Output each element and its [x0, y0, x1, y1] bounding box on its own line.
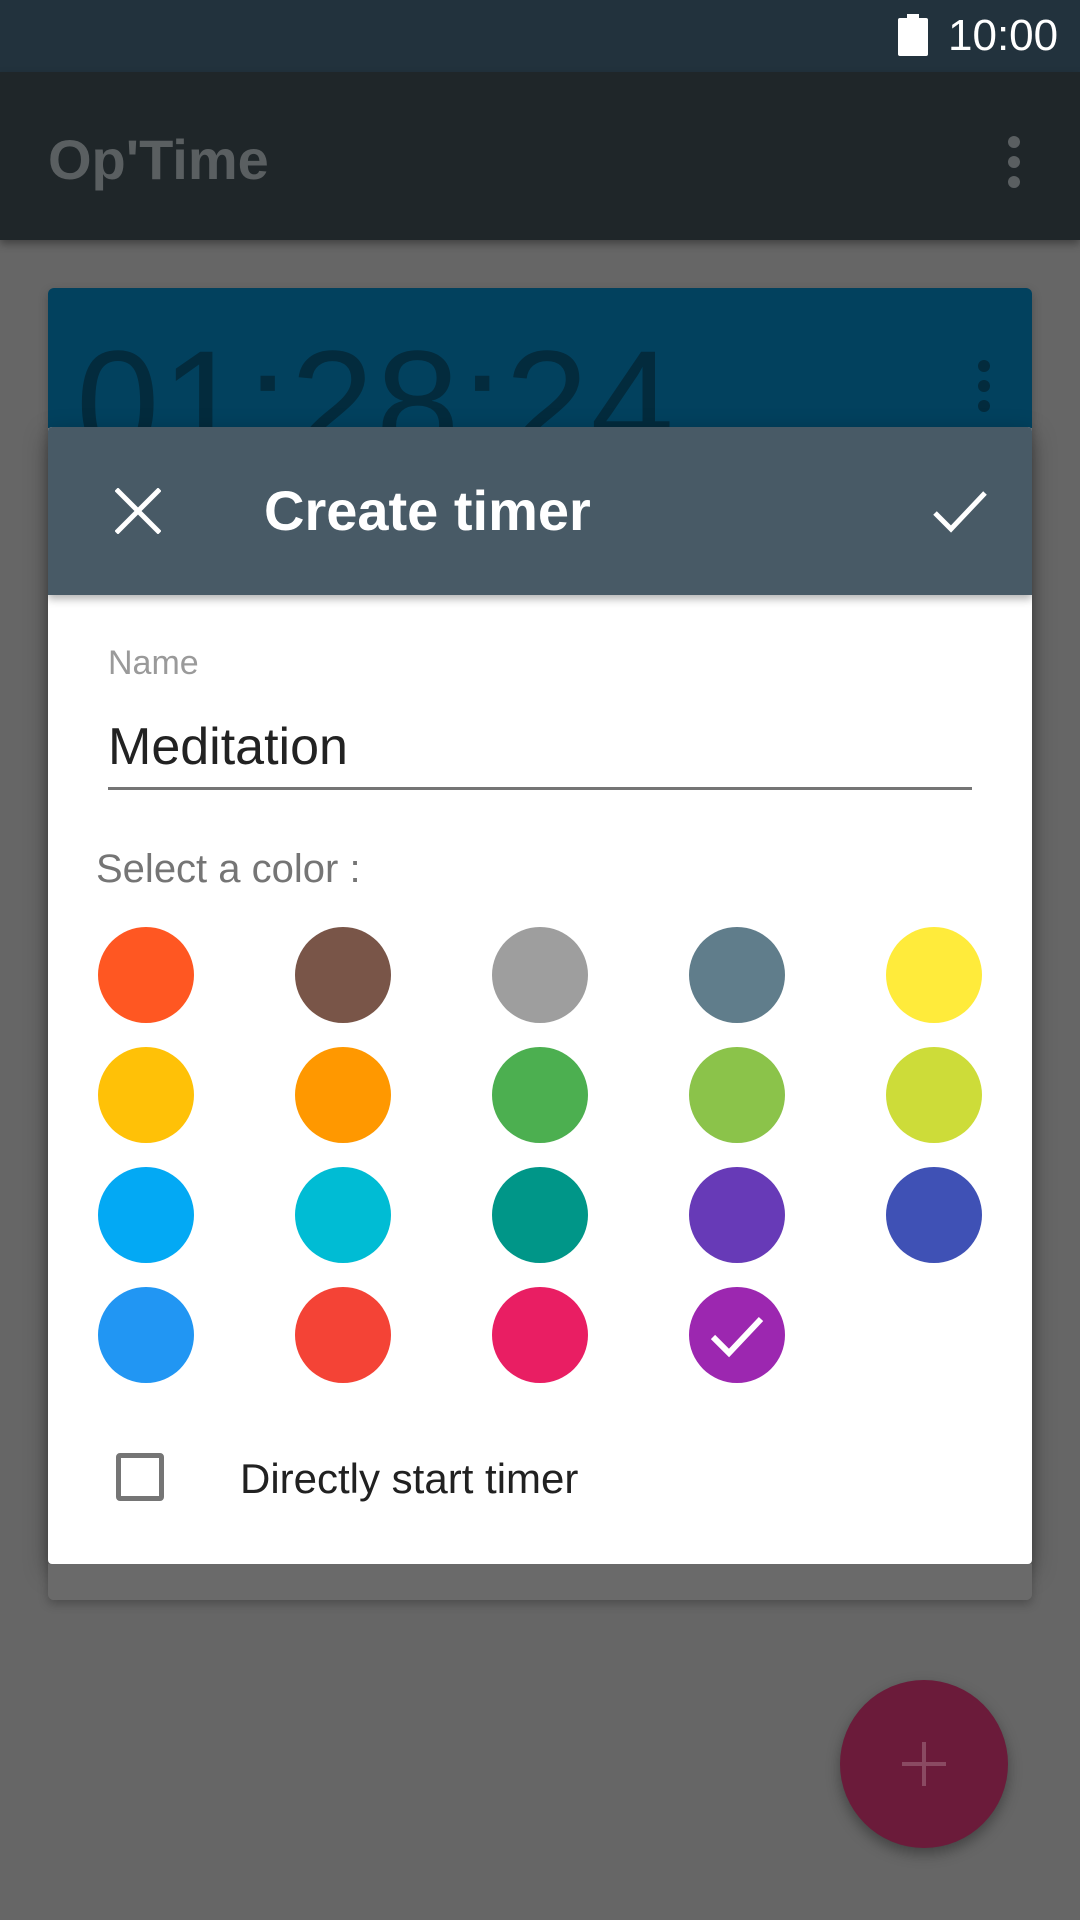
color-picker-grid: [98, 927, 998, 1407]
color-swatch[interactable]: [886, 927, 982, 1023]
close-icon: [115, 488, 161, 534]
timer-card-header: 01:28:24: [48, 288, 1032, 478]
dialog-toolbar: Create timer: [48, 427, 1032, 595]
direct-start-checkbox-row[interactable]: Directly start timer: [116, 1439, 636, 1519]
battery-full-icon: [898, 14, 928, 56]
color-swatch[interactable]: [295, 1287, 391, 1383]
name-field-label: Name: [108, 644, 199, 682]
color-swatch[interactable]: [689, 1287, 785, 1383]
color-swatch[interactable]: [98, 1167, 194, 1263]
add-timer-button[interactable]: [840, 1680, 1008, 1848]
status-bar: 10:00: [0, 0, 1080, 72]
check-icon: [933, 491, 987, 533]
color-swatch[interactable]: [492, 1167, 588, 1263]
color-swatch[interactable]: [492, 927, 588, 1023]
color-swatch[interactable]: [886, 1167, 982, 1263]
status-time: 10:00: [948, 11, 1059, 60]
color-swatch[interactable]: [295, 927, 391, 1023]
color-swatch[interactable]: [98, 1047, 194, 1143]
select-color-label: Select a color :: [96, 847, 361, 891]
selected-check-icon: [710, 1316, 764, 1358]
create-timer-dialog: Create timer Name Select a color : Direc…: [48, 427, 1032, 1564]
color-swatch[interactable]: [492, 1287, 588, 1383]
more-vert-icon[interactable]: [992, 132, 1036, 192]
color-swatch[interactable]: [295, 1047, 391, 1143]
more-vert-icon[interactable]: [966, 358, 1002, 418]
close-button[interactable]: [94, 467, 182, 555]
color-swatch[interactable]: [689, 1047, 785, 1143]
color-swatch[interactable]: [689, 927, 785, 1023]
color-swatch[interactable]: [295, 1167, 391, 1263]
dialog-title: Create timer: [264, 479, 591, 542]
color-swatch[interactable]: [492, 1047, 588, 1143]
color-swatch[interactable]: [98, 927, 194, 1023]
timer-card-footer: [48, 1564, 1032, 1600]
color-swatch[interactable]: [886, 1047, 982, 1143]
direct-start-label: Directly start timer: [240, 1455, 579, 1502]
app-bar: Op'Time: [0, 72, 1080, 240]
app-title: Op'Time: [48, 128, 269, 191]
color-swatch[interactable]: [98, 1287, 194, 1383]
confirm-button[interactable]: [916, 467, 1004, 555]
add-icon: [902, 1742, 946, 1786]
name-input[interactable]: [108, 707, 972, 790]
color-swatch[interactable]: [689, 1167, 785, 1263]
direct-start-checkbox[interactable]: [116, 1453, 164, 1501]
